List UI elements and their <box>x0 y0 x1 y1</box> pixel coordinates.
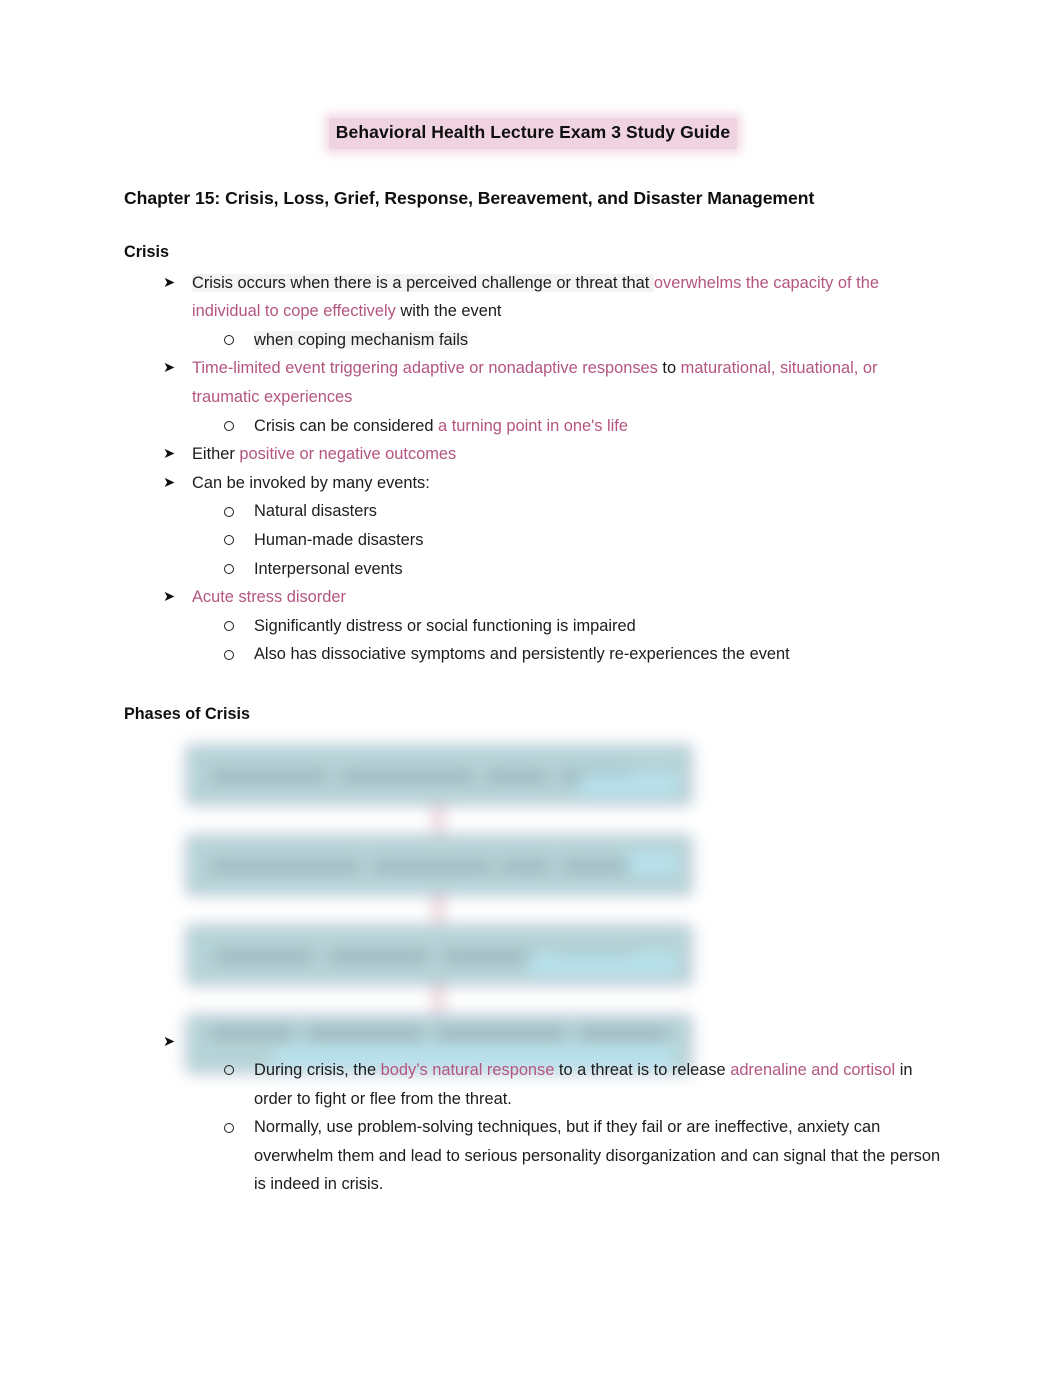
acute-stress-sublist: Significantly distress or social functio… <box>163 612 942 669</box>
phases-of-crisis-diagram-image <box>185 738 693 1074</box>
diagram-box <box>185 923 693 986</box>
list-item: ➤ Crisis occurs when there is a perceive… <box>163 269 942 326</box>
circle-bullet-icon <box>223 1113 237 1142</box>
crisis-events-sublist: Natural disasters Human-made disasters I… <box>163 497 942 583</box>
list-item: Natural disasters <box>223 497 942 526</box>
document-page: Behavioral Health Lecture Exam 3 Study G… <box>0 0 1062 1377</box>
bullet-text-run: Crisis can be considered <box>254 416 439 435</box>
bullet-text-run: Crisis occurs when there is a perceived … <box>192 273 654 292</box>
diagram-connector <box>436 893 441 924</box>
circle-bullet-icon <box>223 412 237 441</box>
list-item: During crisis, the body’s natural respon… <box>223 1056 942 1113</box>
circle-bullet-icon <box>223 555 237 584</box>
circle-bullet-icon <box>223 1056 237 1085</box>
bullet-text-run: with the event <box>395 302 502 321</box>
bullet-text-run-highlight: body’s natural response <box>380 1060 555 1079</box>
bullet-text-run-highlight: Acute stress disorder <box>192 588 346 607</box>
bullet-text-run-highlight: a turning point in one's life <box>438 416 628 435</box>
bullet-text-run: Either <box>192 445 240 464</box>
list-item: Significantly distress or social functio… <box>223 612 942 641</box>
list-item: Also has dissociative symptoms and persi… <box>223 640 942 669</box>
diagram-box <box>185 833 693 896</box>
circle-bullet-icon <box>223 640 237 669</box>
bullet-text-run: when coping mechanism fails <box>254 330 469 349</box>
diagram-box <box>185 743 693 806</box>
list-item: ➤ Time-limited event triggering adaptive… <box>163 354 942 411</box>
circle-bullet-icon <box>223 497 237 526</box>
bullet-text-run: to <box>657 359 677 378</box>
list-item: ➤ Acute stress disorder <box>163 583 942 612</box>
bullet-text-run: During crisis, the <box>254 1060 381 1079</box>
bullet-text-run: Normally, use problem-solving techniques… <box>254 1118 941 1194</box>
arrow-bullet-icon: ➤ <box>163 446 176 463</box>
bullet-text-run: Also has dissociative symptoms and persi… <box>254 645 790 664</box>
list-item: Crisis can be considered a turning point… <box>223 412 942 441</box>
circle-bullet-icon <box>223 612 237 641</box>
arrow-bullet-icon: ➤ <box>163 474 176 491</box>
bullet-text-run: Interpersonal events <box>254 559 403 578</box>
crisis-bullet-list: ➤ Crisis occurs when there is a perceive… <box>124 269 942 669</box>
phases-of-crisis-notes-list: During crisis, the body’s natural respon… <box>124 1056 942 1199</box>
diagram-connector <box>436 983 441 1014</box>
bullet-text-run-highlight: adrenaline and cortisol <box>730 1060 896 1079</box>
section-heading-phases-of-crisis: Phases of Crisis <box>124 704 250 723</box>
list-item: ➤ Can be invoked by many events: <box>163 469 942 498</box>
list-item: Interpersonal events <box>223 555 942 584</box>
list-item: when coping mechanism fails <box>223 326 942 355</box>
arrow-bullet-icon: ➤ <box>163 1033 176 1050</box>
bullet-text-run: to a threat is to release <box>554 1060 731 1079</box>
arrow-bullet-icon: ➤ <box>163 589 176 606</box>
list-item: Normally, use problem-solving techniques… <box>223 1113 942 1199</box>
arrow-bullet-icon: ➤ <box>163 274 176 291</box>
bullet-text-run: Significantly distress or social functio… <box>254 616 636 635</box>
arrow-bullet-icon: ➤ <box>163 360 176 377</box>
list-item: Human-made disasters <box>223 526 942 555</box>
document-title: Behavioral Health Lecture Exam 3 Study G… <box>328 118 738 149</box>
crisis-sublist: when coping mechanism fails <box>163 326 942 355</box>
bullet-text-run-highlight: positive or negative outcomes <box>239 445 457 464</box>
section-heading-crisis: Crisis <box>124 242 169 261</box>
diagram-connector <box>436 803 441 834</box>
bullet-text-run: Can be invoked by many events: <box>192 473 430 492</box>
bullet-text-run-highlight: Time-limited event triggering adaptive o… <box>192 359 658 378</box>
bullet-text-run: Natural disasters <box>254 502 377 521</box>
crisis-sublist: Crisis can be considered a turning point… <box>163 412 942 441</box>
document-title-container: Behavioral Health Lecture Exam 3 Study G… <box>124 0 942 149</box>
phases-of-crisis-figure-block: ➤ <box>124 738 942 1074</box>
chapter-heading: Chapter 15: Crisis, Loss, Grief, Respons… <box>124 187 815 208</box>
circle-bullet-icon <box>223 326 237 355</box>
bullet-text-run: Human-made disasters <box>254 530 424 549</box>
list-item: ➤ Either positive or negative outcomes <box>163 440 942 469</box>
circle-bullet-icon <box>223 526 237 555</box>
